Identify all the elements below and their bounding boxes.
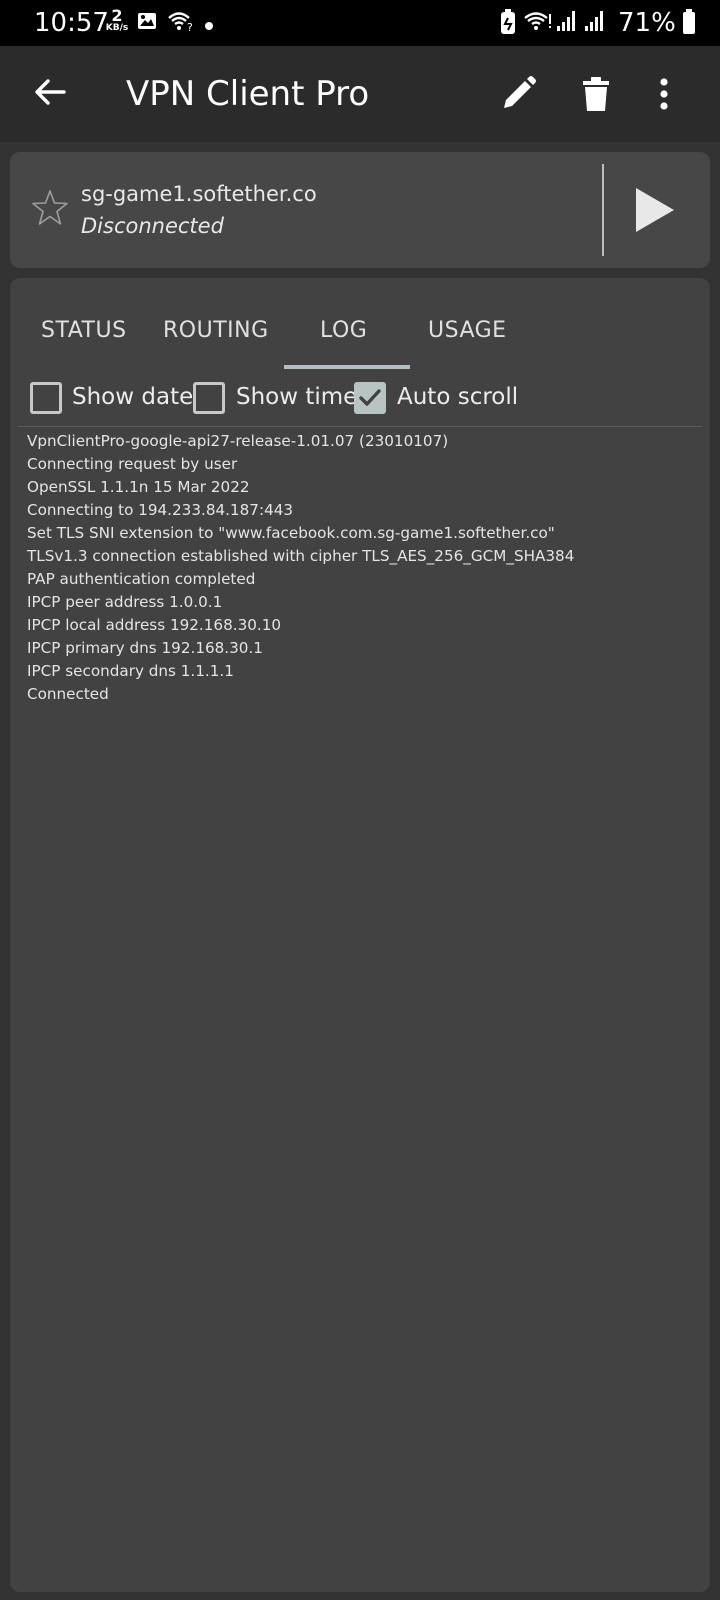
server-hostname: sg-game1.softether.co [81,182,317,206]
net-speed-indicator: 2 KB/s [103,8,131,33]
show-time-checkbox[interactable] [193,382,225,414]
show-time-label: Show time [236,384,358,410]
log-line: OpenSSL 1.1.1n 15 Mar 2022 [27,478,250,496]
page-title: VPN Client Pro [126,74,370,114]
wifi-icon [524,10,552,36]
tab-usage[interactable]: USAGE [428,318,507,343]
log-line: TLSv1.3 connection established with ciph… [27,547,575,565]
status-time: 10:57 [34,8,109,38]
net-speed-value: 2 [111,6,123,25]
log-line: IPCP local address 192.168.30.10 [27,616,282,634]
server-card[interactable]: sg-game1.softether.co Disconnected [10,152,710,268]
trash-icon[interactable] [574,72,618,116]
log-line: Connecting request by user [27,455,238,473]
battery-icon [682,9,696,39]
card-divider [602,164,604,256]
log-line: Set TLS SNI extension to "www.facebook.c… [27,524,555,542]
log-line: Connected [27,685,109,703]
details-panel: STATUS ROUTING LOG USAGE Show date Show … [10,278,710,1592]
auto-scroll-checkbox[interactable] [354,382,386,414]
show-date-checkbox[interactable] [30,382,62,414]
log-line: IPCP primary dns 192.168.30.1 [27,639,263,657]
star-outline-icon[interactable] [30,188,70,228]
tab-bar: STATUS ROUTING LOG USAGE [10,278,710,370]
net-speed-unit: KB/s [105,23,129,33]
battery-saver-icon [498,8,518,40]
play-icon[interactable] [630,184,680,236]
back-arrow-icon[interactable] [30,72,70,112]
pencil-icon[interactable] [496,72,540,116]
divider [18,426,702,427]
signal-icon [556,10,576,36]
battery-percent: 71% [618,8,676,38]
log-line: IPCP secondary dns 1.1.1.1 [27,662,234,680]
tab-indicator [284,365,410,369]
log-output[interactable]: VpnClientPro-google-api27-release-1.01.0… [27,430,697,706]
app-bar: VPN Client Pro [0,46,720,142]
log-line: Connecting to 194.233.84.187:443 [27,501,294,519]
more-vert-icon[interactable] [654,72,698,116]
auto-scroll-label: Auto scroll [397,384,519,410]
image-icon [136,10,158,36]
status-bar: 10:57 2 KB/s ? 71% [0,0,720,46]
show-date-label: Show date [72,384,194,410]
svg-text:?: ? [187,21,193,32]
log-line: IPCP peer address 1.0.0.1 [27,593,223,611]
signal-icon [584,10,604,36]
dot-icon [204,16,214,35]
connection-state: Disconnected [81,214,224,238]
tab-routing[interactable]: ROUTING [163,318,269,343]
log-line: PAP authentication completed [27,570,256,588]
tab-log[interactable]: LOG [320,318,367,343]
log-options: Show date Show time Auto scroll [10,378,710,422]
checkmark-icon [359,389,381,406]
tab-status[interactable]: STATUS [41,318,127,343]
wifi-question-icon: ? [168,10,194,36]
log-line: VpnClientPro-google-api27-release-1.01.0… [27,432,449,450]
